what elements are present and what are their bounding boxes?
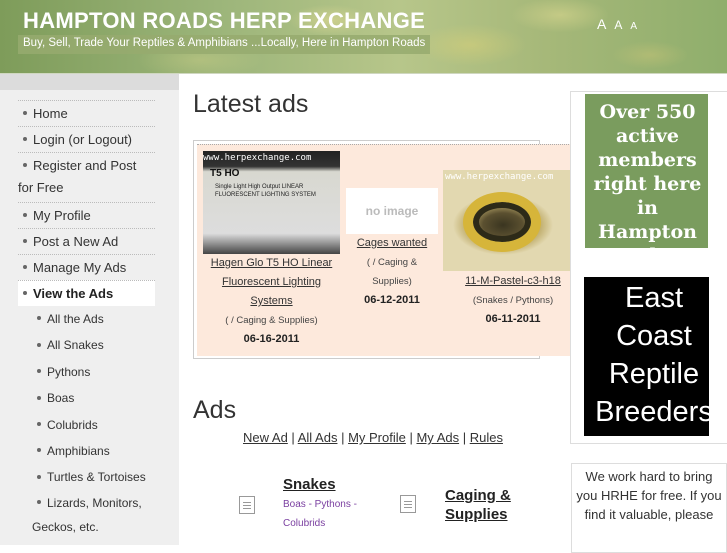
snake-image: [463, 192, 541, 252]
bullet-icon: [23, 291, 27, 296]
ad-title-link[interactable]: Hagen Glo T5 HO Linear Fluorescent Light…: [211, 257, 332, 307]
bullet-icon: [23, 213, 27, 218]
site-tagline: Buy, Sell, Trade Your Reptiles & Amphibi…: [18, 35, 431, 54]
bullet-icon: [37, 369, 41, 374]
font-decrease-button[interactable]: A: [630, 21, 637, 32]
sidebar-item-label: Home: [33, 106, 68, 121]
ads-links-bar: New Ad | All Ads | My Profile | My Ads |…: [243, 430, 503, 445]
new-ad-link[interactable]: New Ad: [243, 430, 288, 445]
my-profile-link[interactable]: My Profile: [348, 430, 406, 445]
ad-date: 06-11-2011: [485, 313, 541, 325]
sidebar-subitem-label: Colubrids: [47, 417, 98, 432]
font-size-controls: AAA: [597, 16, 645, 32]
bullet-icon: [37, 342, 41, 347]
product-caption: Single Light High Output LINEAR FLUORESC…: [215, 184, 316, 198]
sidebar-subitem-amphibians[interactable]: Amphibians: [18, 438, 155, 464]
document-icon[interactable]: [239, 496, 255, 514]
watermark-label: www.herpexchange.com: [445, 172, 554, 182]
sidebar-nav: Home Login (or Logout) Register and Post…: [18, 100, 155, 539]
donate-text: We work hard to bring you HRHE for free.…: [576, 469, 722, 522]
sidebar-item-label: Post a New Ad: [33, 234, 119, 249]
ad-title-link[interactable]: 11-M-Pastel-c3-h18: [465, 275, 561, 287]
bullet-icon: [23, 239, 27, 244]
bullet-icon: [37, 474, 41, 479]
ad-category: (Snakes / Pythons): [472, 295, 554, 306]
sidebar-subitem-lizards[interactable]: Lizards, Monitors, Geckos, etc.: [18, 491, 155, 539]
ad-thumbnail-hagen-light[interactable]: www.herpexchange.com T5 HO Single Light …: [203, 151, 340, 254]
ad-no-image-placeholder[interactable]: no image: [346, 188, 438, 234]
my-ads-link[interactable]: My Ads: [416, 430, 459, 445]
ad-card-cages-wanted: Cages wanted ( / Caging & Supplies) 06-1…: [350, 234, 434, 310]
sidebar-subitem-all-ads[interactable]: All the Ads: [18, 306, 155, 332]
sidebar-item-my-profile[interactable]: My Profile: [18, 202, 155, 228]
ad-card-pastel-python: 11-M-Pastel-c3-h18 (Snakes / Pythons) 06…: [448, 272, 578, 329]
watermark-label: www.herpexchange.com: [203, 153, 312, 163]
members-banner-text: Over 550 active members right here in Ha…: [593, 101, 702, 267]
sidebar-subitem-all-snakes[interactable]: All Snakes: [18, 332, 155, 358]
sidebar-item-login[interactable]: Login (or Logout): [18, 126, 155, 152]
bullet-icon: [23, 265, 27, 270]
donate-box: We work hard to bring you HRHE for free.…: [571, 463, 727, 553]
sidebar-subitem-label: All Snakes: [47, 338, 104, 353]
rules-link[interactable]: Rules: [470, 430, 503, 445]
bullet-icon: [37, 448, 41, 453]
ad-thumbnail-snake[interactable]: www.herpexchange.com: [443, 170, 571, 271]
all-ads-link[interactable]: All Ads: [298, 430, 338, 445]
site-title[interactable]: HAMPTON ROADS HERP EXCHANGE: [23, 8, 425, 34]
bullet-icon: [37, 395, 41, 400]
sidebar-subitem-label: Lizards, Monitors, Geckos, etc.: [32, 495, 142, 534]
ad-category: ( / Caging & Supplies): [225, 315, 318, 326]
font-reset-button[interactable]: A: [614, 18, 622, 32]
font-increase-button[interactable]: A: [597, 16, 606, 32]
sidebar-item-manage-ads[interactable]: Manage My Ads: [18, 254, 155, 280]
category-snakes-subcategories[interactable]: Boas - Pythons - Colubrids: [283, 495, 378, 533]
document-icon[interactable]: [400, 495, 416, 513]
bullet-icon: [23, 111, 27, 116]
ad-card-hagen-light: Hagen Glo T5 HO Linear Fluorescent Light…: [203, 254, 340, 349]
sidebar-subitem-label: Boas: [47, 391, 75, 406]
latest-ads-heading: Latest ads: [193, 90, 309, 118]
category-snakes-link[interactable]: Snakes: [283, 476, 336, 493]
sidebar-subitem-label: All the Ads: [47, 312, 104, 326]
sidebar-item-label: Register and Post for Free: [18, 158, 137, 195]
ad-title-link[interactable]: Cages wanted: [357, 237, 427, 249]
sidebar-item-register[interactable]: Register and Post for Free: [18, 152, 155, 202]
sidebar-subitem-label: Amphibians: [47, 444, 110, 459]
ads-heading: Ads: [193, 396, 237, 424]
category-caging-link[interactable]: Caging & Supplies: [445, 486, 545, 524]
sidebar-subitem-turtles[interactable]: Turtles & Tortoises: [18, 464, 155, 490]
sidebar-subitem-colubrids[interactable]: Colubrids: [18, 412, 155, 438]
bullet-icon: [37, 316, 41, 321]
bullet-icon: [23, 137, 27, 142]
sidebar-subitem-pythons[interactable]: Pythons: [18, 359, 155, 385]
ad-date: 06-16-2011: [243, 333, 300, 345]
sidebar-subitem-label: Turtles & Tortoises: [47, 470, 146, 485]
sponsor-banner-text: East Coast Reptile Breeders: [595, 282, 713, 428]
product-text: T5 HO: [210, 168, 240, 179]
bullet-icon: [37, 500, 41, 505]
sidebar-item-home[interactable]: Home: [18, 100, 155, 126]
sidebar-item-label: View the Ads: [33, 286, 114, 301]
sidebar-item-label: Login (or Logout): [33, 132, 133, 147]
sidebar-subitem-label: Pythons: [47, 364, 91, 379]
sidebar-top-bar: [0, 74, 179, 90]
ad-category: ( / Caging & Supplies): [366, 257, 418, 287]
sidebar-item-label: Manage My Ads: [33, 260, 127, 275]
sponsor-banner[interactable]: East Coast Reptile Breeders: [584, 277, 713, 436]
sidebar-item-view-ads[interactable]: View the Ads: [18, 280, 155, 306]
bullet-icon: [37, 421, 41, 426]
site-header: HAMPTON ROADS HERP EXCHANGE Buy, Sell, T…: [0, 0, 727, 73]
sidebar-item-post-ad[interactable]: Post a New Ad: [18, 228, 155, 254]
members-banner[interactable]: Over 550 active members right here in Ha…: [584, 93, 709, 267]
ad-date: 06-12-2011: [364, 294, 420, 306]
sidebar-subitem-boas[interactable]: Boas: [18, 385, 155, 411]
bullet-icon: [23, 163, 27, 168]
sidebar-item-label: My Profile: [33, 208, 91, 223]
